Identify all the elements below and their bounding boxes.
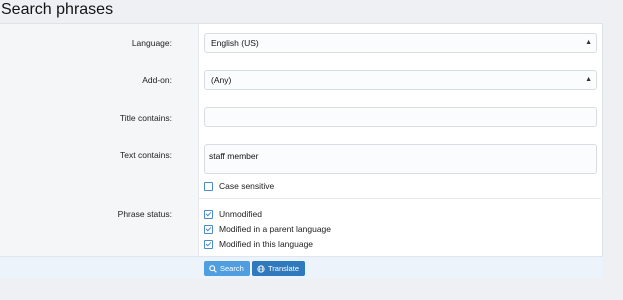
search-icon bbox=[209, 264, 217, 273]
select-caret-icon: ▲ bbox=[585, 76, 592, 83]
addon-select[interactable]: (Any) ▲ bbox=[204, 70, 597, 90]
checkbox-icon bbox=[204, 181, 213, 191]
divider bbox=[199, 198, 601, 199]
addon-label: Add-on: bbox=[142, 75, 172, 85]
text-contains-textarea[interactable]: staff member bbox=[204, 144, 597, 174]
checkbox-checked-icon bbox=[204, 239, 213, 249]
search-button-label: Search bbox=[220, 264, 244, 273]
checkbox-checked-icon bbox=[204, 209, 213, 219]
translate-button[interactable]: Translate bbox=[252, 261, 305, 276]
page-title: Search phrases bbox=[1, 1, 114, 18]
case-sensitive-label: Case sensitive bbox=[219, 181, 275, 191]
globe-icon bbox=[257, 264, 265, 273]
title-contains-label: Title contains: bbox=[119, 113, 172, 123]
unmodified-label: Unmodified bbox=[219, 209, 262, 219]
case-sensitive-checkbox[interactable]: Case sensitive bbox=[204, 181, 274, 191]
phrase-status-label: Phrase status: bbox=[117, 209, 172, 219]
text-contains-label: Text contains: bbox=[120, 150, 172, 160]
search-form: Language: English (US) ▲ Add-on: (Any) ▲… bbox=[0, 23, 603, 279]
language-select-value: English (US) bbox=[211, 38, 259, 48]
translate-button-label: Translate bbox=[268, 264, 299, 273]
modified-parent-label: Modified in a parent language bbox=[219, 224, 331, 234]
title-contains-input[interactable] bbox=[204, 107, 597, 127]
language-select[interactable]: English (US) ▲ bbox=[204, 33, 597, 53]
language-label: Language: bbox=[131, 38, 172, 48]
addon-select-value: (Any) bbox=[211, 75, 232, 85]
checkbox-checked-icon bbox=[204, 224, 213, 234]
modified-this-language-checkbox[interactable]: Modified in this language bbox=[204, 239, 313, 249]
search-button[interactable]: Search bbox=[204, 261, 250, 276]
select-caret-icon: ▲ bbox=[585, 39, 592, 46]
submit-bar: Search Translate bbox=[0, 256, 603, 279]
modified-parent-checkbox[interactable]: Modified in a parent language bbox=[204, 224, 331, 234]
modified-this-language-label: Modified in this language bbox=[219, 239, 314, 249]
unmodified-checkbox[interactable]: Unmodified bbox=[204, 209, 262, 219]
label-column bbox=[0, 24, 199, 256]
